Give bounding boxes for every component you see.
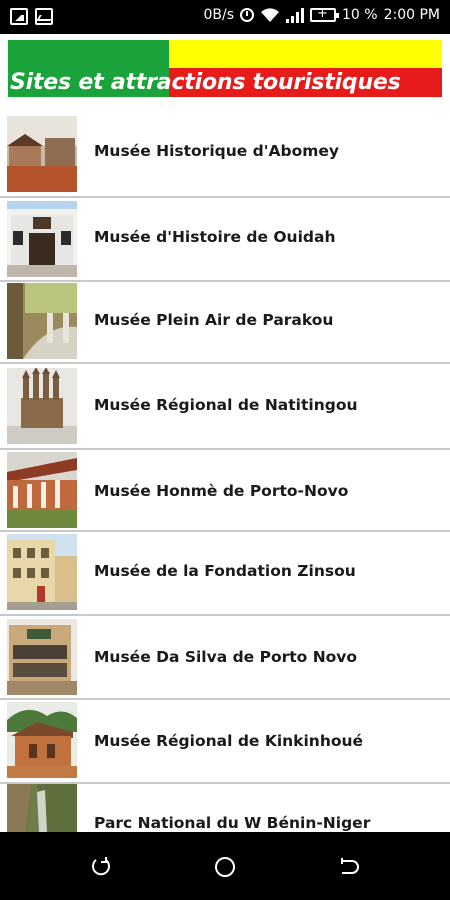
page-title: Sites et attractions touristiques [10,70,401,95]
site-photo [7,702,77,778]
navigation-bar [0,832,450,900]
list-item[interactable]: Musée d'Histoire de Ouidah [0,198,450,280]
recent-apps-icon[interactable] [90,856,112,878]
site-photo [7,619,77,695]
status-time: 2:00 PM [383,7,440,23]
back-icon[interactable] [338,856,360,878]
signal-icon [286,7,304,23]
wifi-icon [260,7,280,23]
site-photo [7,534,77,610]
site-photo [7,116,77,192]
list-item[interactable]: Musée Plein Air de Parakou [0,282,450,362]
site-label: Musée Régional de Natitingou [94,396,358,414]
list-item[interactable]: Parc National du W Bénin-Niger [0,784,450,832]
site-label: Musée d'Histoire de Ouidah [94,228,336,246]
clock-icon [240,8,254,22]
list-item[interactable]: Musée Historique d'Abomey [0,112,450,196]
site-label: Musée Régional de Kinkinhoué [94,732,364,750]
site-photo [7,452,77,528]
site-label: Parc National du W Bénin-Niger [94,814,371,832]
list-item[interactable]: Musée Da Silva de Porto Novo [0,616,450,698]
site-photo [7,283,77,359]
site-label: Musée de la Fondation Zinsou [94,562,356,580]
site-photo [7,201,77,277]
flag-yellow-stripe [169,40,442,68]
home-icon[interactable] [214,856,236,878]
list-item[interactable]: Musée Régional de Natitingou [0,364,450,448]
pulse-icon [35,8,53,25]
list-item[interactable]: Musée Régional de Kinkinhoué [0,700,450,782]
site-label: Musée Historique d'Abomey [94,142,340,160]
list-item[interactable]: Musée Honmè de Porto-Novo [0,450,450,530]
net-speed: 0B/s [203,7,234,23]
site-label: Musée Plein Air de Parakou [94,311,334,329]
site-label: Musée Honmè de Porto-Novo [94,482,349,500]
status-bar: 0B/s 10 % 2:00 PM [0,0,450,34]
site-list: Musée Historique d'Abomey Musée d'Histoi… [0,112,450,832]
list-item[interactable]: Musée de la Fondation Zinsou [0,532,450,614]
site-label: Musée Da Silva de Porto Novo [94,648,358,666]
gallery-icon [10,8,28,25]
site-photo [7,368,77,444]
header-banner: Sites et attractions touristiques [8,40,442,97]
battery-charging-icon [310,6,339,22]
battery-percent: 10 % [342,7,378,23]
site-photo [7,784,77,832]
